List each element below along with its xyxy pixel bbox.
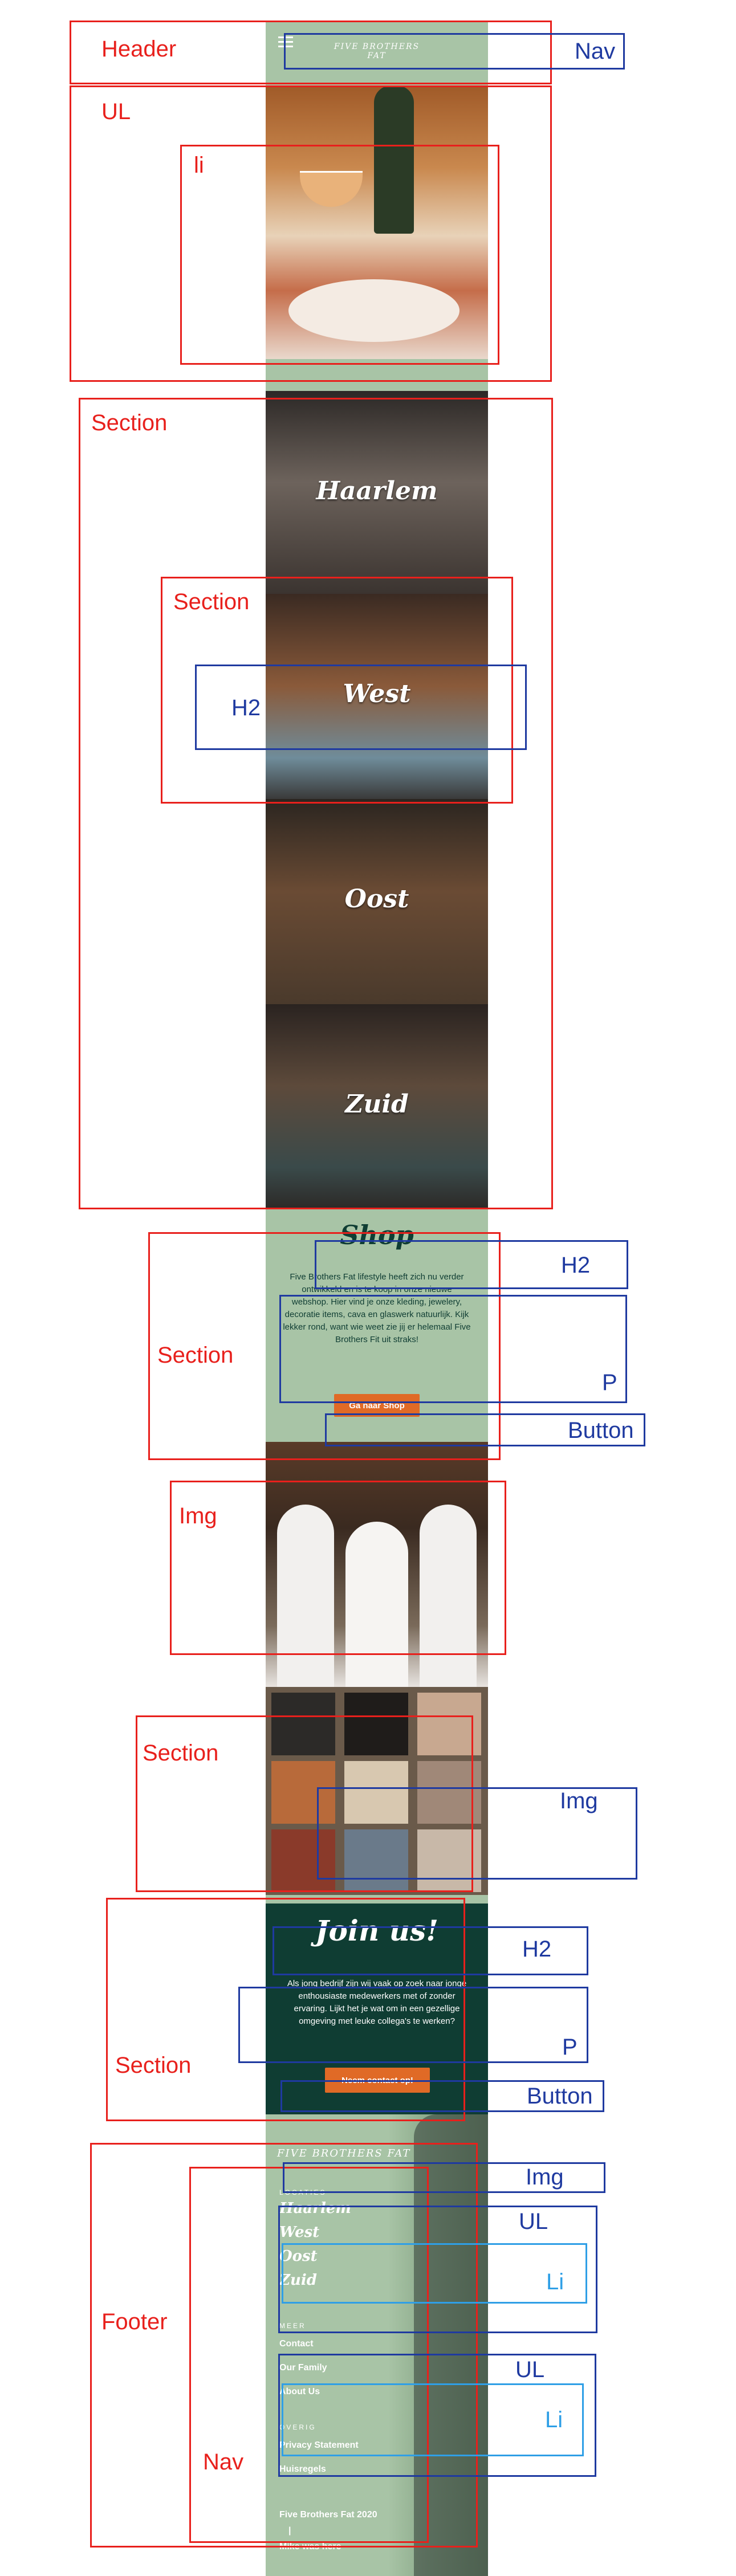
annotation-label-h2: H2 bbox=[231, 695, 261, 720]
annotation-box-img-team bbox=[170, 1481, 506, 1655]
annotation-label-h2: H2 bbox=[522, 1937, 552, 1962]
annotation-label-footer: Footer bbox=[101, 2309, 168, 2334]
annotation-label-li: li bbox=[194, 153, 204, 178]
annotation-box-li bbox=[180, 145, 499, 365]
annotation-label-section: Section bbox=[173, 589, 250, 614]
annotation-label-img: Img bbox=[560, 1788, 598, 1813]
annotation-label-li: Li bbox=[546, 2269, 564, 2294]
annotation-box-li-locaties bbox=[282, 2243, 587, 2304]
annotation-label-ul: UL bbox=[515, 2357, 545, 2382]
annotation-box-li-meer bbox=[282, 2383, 584, 2456]
annotation-label-section: Section bbox=[115, 2053, 192, 2078]
annotation-box-p-shop bbox=[279, 1295, 627, 1403]
annotation-label-section: Section bbox=[157, 1343, 234, 1368]
annotation-box-p-join bbox=[238, 1987, 588, 2063]
annotation-label-ul: UL bbox=[519, 2209, 548, 2234]
annotation-label-img: Img bbox=[526, 2165, 564, 2190]
annotation-label-header: Header bbox=[101, 36, 177, 62]
annotation-label-button: Button bbox=[527, 2084, 593, 2109]
annotation-label-img: Img bbox=[179, 1503, 217, 1529]
annotation-label-nav: Nav bbox=[575, 39, 616, 64]
annotation-label-ul: UL bbox=[101, 99, 131, 124]
annotation-label-h2: H2 bbox=[561, 1253, 591, 1278]
annotation-box-section-locations bbox=[79, 398, 553, 1209]
annotation-label-p: P bbox=[602, 1370, 617, 1395]
annotation-label-p: P bbox=[562, 2035, 578, 2060]
annotation-label-button: Button bbox=[568, 1418, 634, 1443]
annotation-label-section: Section bbox=[91, 410, 168, 435]
annotation-label-li: Li bbox=[545, 2407, 563, 2432]
annotation-box-nav bbox=[284, 33, 625, 70]
annotation-label-section: Section bbox=[143, 1741, 219, 1766]
annotation-label-nav: Nav bbox=[203, 2449, 244, 2475]
